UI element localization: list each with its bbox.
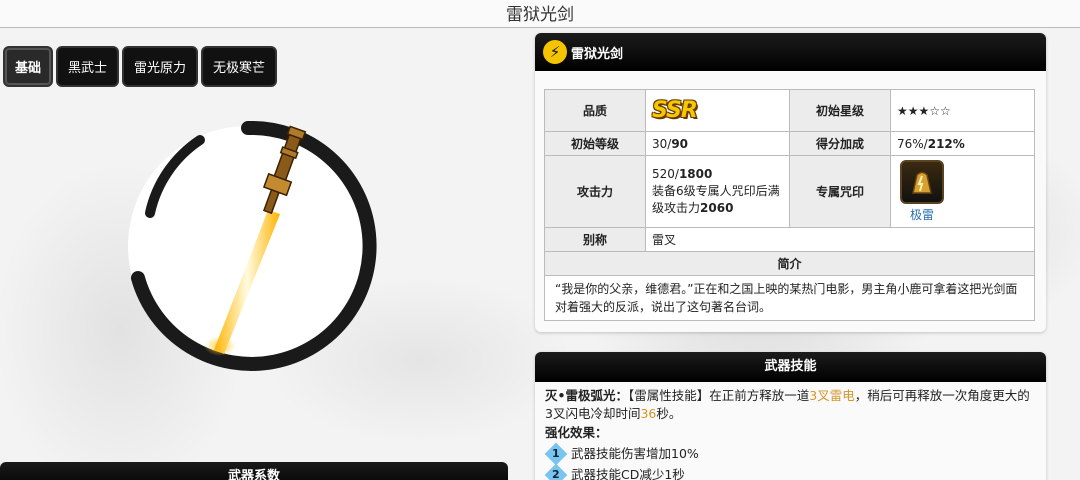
attack-min: 520/ (652, 167, 679, 181)
skill-text-1: 【雷属性技能】在正前方释放一道 (628, 388, 810, 403)
skill-name: 灭•雷极弧光： (545, 388, 628, 403)
weapon-skill-card: 武器技能 灭•雷极弧光：【雷属性技能】在正前方释放一道3叉雷电，稍后可再释放一次… (535, 352, 1046, 480)
tab-basic[interactable]: 基础 (3, 46, 54, 87)
initial-star-value: ★★★☆☆ (890, 89, 1035, 132)
number-diamond-icon: 1 (544, 442, 568, 466)
skill-highlight-2: 36 (640, 406, 657, 421)
exclusive-seal[interactable]: 极雷 (897, 160, 947, 223)
intro-label: 简介 (544, 251, 1035, 276)
quality-value: SSR (645, 89, 790, 132)
weapon-stats-header: 武器系数 (0, 462, 508, 480)
ssr-badge: SSR (652, 98, 698, 123)
initial-star-label: 初始星级 (789, 89, 891, 132)
lightning-icon: ⚡ (543, 40, 567, 64)
exclusive-seal-cell: 极雷 (890, 155, 1035, 228)
weapon-name: 雷狱光剑 (571, 46, 624, 62)
tab-black-warrior[interactable]: 黑武士 (56, 46, 120, 87)
info-table: 品质 SSR 初始星级 ★★★☆☆ 初始等级 30/90 得分加成 76%/21… (544, 89, 1035, 321)
exclusive-seal-name[interactable]: 极雷 (910, 206, 934, 223)
attack-note-value: 2060 (700, 201, 734, 215)
enhance-item: 2 武器技能CD减少1秒 (544, 463, 1036, 480)
skill-text-3: 秒。 (656, 406, 682, 421)
weapon-skill-header: 武器技能 (535, 352, 1046, 382)
weapon-image (120, 118, 390, 378)
score-bonus-min: 76%/ (897, 136, 928, 151)
attack-label: 攻击力 (544, 155, 646, 228)
enhance-title: 强化效果： (545, 425, 608, 440)
attack-max: 1800 (678, 167, 713, 181)
initial-level-min: 30/ (652, 136, 672, 151)
skill-description: 灭•雷极弧光：【雷属性技能】在正前方释放一道3叉雷电，稍后可再释放一次角度更大的… (545, 387, 1036, 423)
alias-label: 别称 (544, 227, 646, 252)
enhance-item: 1 武器技能伤害增加10% (544, 442, 1036, 466)
enhance-text: 武器技能伤害增加10% (571, 446, 699, 461)
score-bonus-max: 212% (927, 136, 965, 151)
alias-value: 雷叉 (645, 227, 1035, 252)
thunder-seal-icon[interactable] (900, 160, 944, 204)
attack-value: 520/1800 装备6级专属人咒印后满级攻击力2060 (645, 155, 790, 228)
score-bonus-label: 得分加成 (789, 131, 891, 156)
enhance-num: 2 (552, 468, 560, 480)
exclusive-seal-label: 专属咒印 (789, 155, 891, 228)
number-diamond-icon: 2 (544, 463, 568, 480)
weapon-skill-body: 灭•雷极弧光：【雷属性技能】在正前方释放一道3叉雷电，稍后可再释放一次角度更大的… (535, 382, 1046, 480)
skill-highlight-1: 3叉雷电 (809, 388, 855, 403)
info-card: ⚡ 雷狱光剑 品质 SSR 初始星级 ★★★☆☆ 初始等级 30/90 得分加成… (535, 33, 1046, 332)
enhance-text: 武器技能CD减少1秒 (571, 467, 685, 480)
score-bonus-value: 76%/212% (890, 131, 1035, 156)
intro-text: “我是你的父亲，维德君。”正在和之国上映的某热门电影，男主角小鹿可拿着这把光剑面… (544, 275, 1035, 321)
quality-label: 品质 (544, 89, 646, 132)
info-card-header: ⚡ 雷狱光剑 (535, 33, 1046, 71)
tab-infinite-frost[interactable]: 无极寒芒 (201, 46, 278, 87)
enhance-num: 1 (552, 447, 560, 460)
page-title: 雷狱光剑 (0, 0, 1080, 28)
tab-thunder-force[interactable]: 雷光原力 (122, 46, 199, 87)
initial-level-value: 30/90 (645, 131, 790, 156)
initial-level-label: 初始等级 (544, 131, 646, 156)
tab-bar: 基础 黑武士 雷光原力 无极寒芒 (3, 46, 278, 87)
initial-level-max: 90 (671, 136, 689, 151)
